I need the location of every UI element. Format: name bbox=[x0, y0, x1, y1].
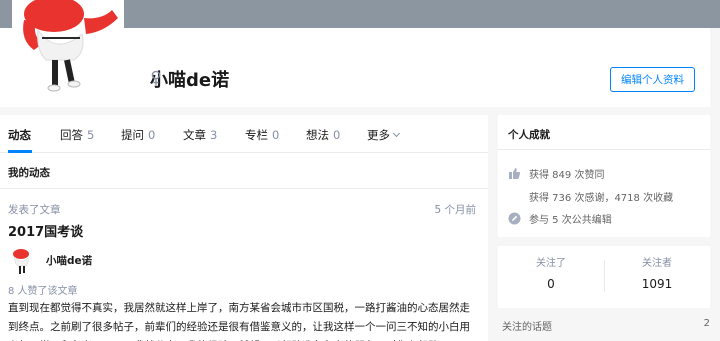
followed-topics[interactable]: 关注的话题 2 bbox=[498, 318, 710, 333]
feed-time: 5 个月前 bbox=[434, 204, 476, 216]
profile-header: 小喵de诺 编辑个人资料 bbox=[0, 0, 710, 107]
thumbs-up-icon bbox=[509, 168, 521, 179]
tab-label: 提问 bbox=[121, 128, 144, 142]
tab-more[interactable]: 更多 bbox=[367, 127, 401, 143]
female-icon bbox=[151, 70, 161, 85]
edit-profile-button[interactable]: 编辑个人资料 bbox=[610, 67, 695, 92]
thanks-text: 获得 736 次感谢，4718 次收藏 bbox=[529, 193, 674, 204]
divider bbox=[498, 149, 710, 150]
article-title[interactable]: 2017国考谈 bbox=[8, 221, 83, 240]
tab-label: 专栏 bbox=[245, 128, 268, 142]
likes-text: 获得 849 次赞同 bbox=[529, 170, 605, 181]
tab-count: 3 bbox=[210, 128, 218, 142]
followers-count: 1091 bbox=[641, 277, 673, 291]
followers-stat[interactable]: 关注者 1091 bbox=[604, 254, 710, 291]
achievement-edits: 参与 5 次公共编辑 bbox=[508, 211, 612, 226]
tab-label: 想法 bbox=[306, 128, 329, 142]
edits-text: 参与 5 次公共编辑 bbox=[529, 215, 612, 226]
tab-articles[interactable]: 文章 3 bbox=[183, 127, 217, 143]
chevron-down-icon bbox=[392, 129, 401, 138]
avatar[interactable] bbox=[12, 0, 124, 96]
author-name[interactable]: 小喵de诺 bbox=[46, 253, 92, 268]
achievement-thanks: 获得 736 次感谢，4718 次收藏 bbox=[529, 189, 673, 204]
tab-count: 5 bbox=[87, 128, 95, 142]
tab-count: 0 bbox=[333, 128, 341, 142]
followers-label: 关注者 bbox=[642, 258, 672, 269]
tab-count: 0 bbox=[272, 128, 280, 142]
tab-pins[interactable]: 想法 0 bbox=[306, 127, 340, 143]
topics-count: 2 bbox=[703, 318, 710, 329]
active-tab-indicator bbox=[8, 150, 32, 153]
tab-label: 文章 bbox=[183, 128, 206, 142]
tab-label: 动态 bbox=[8, 128, 31, 142]
like-count: 8 人赞了该文章 bbox=[8, 286, 78, 297]
following-count: 0 bbox=[547, 277, 555, 291]
article-excerpt[interactable]: 直到现在都觉得不真实，我居然就这样上岸了，南方某省会城市市区国税，一路打酱油的心… bbox=[8, 299, 478, 341]
following-label: 关注了 bbox=[536, 258, 566, 269]
achievement-likes: 获得 849 次赞同 bbox=[508, 166, 604, 181]
tab-answers[interactable]: 回答 5 bbox=[60, 127, 94, 143]
edit-icon bbox=[508, 212, 521, 225]
feed-action: 发表了文章 bbox=[8, 204, 61, 216]
tab-questions[interactable]: 提问 0 bbox=[121, 127, 155, 143]
tab-label: 回答 bbox=[60, 128, 83, 142]
follow-stats-card: 关注了 0 关注者 1091 bbox=[498, 246, 710, 308]
achievements-title: 个人成就 bbox=[508, 129, 550, 141]
achievements-card: 个人成就 获得 849 次赞同 获得 736 次感谢，4718 次收藏 参与 5… bbox=[498, 115, 710, 237]
author-avatar[interactable] bbox=[8, 248, 36, 276]
divider bbox=[0, 188, 488, 189]
tab-count: 0 bbox=[148, 128, 156, 142]
feed-heading: 我的动态 bbox=[8, 167, 50, 179]
profile-tabs: 动态 回答 5 提问 0 文章 3 专栏 0 想法 0 更多 bbox=[0, 115, 488, 153]
tab-activity[interactable]: 动态 bbox=[8, 127, 31, 143]
topics-label: 关注的话题 bbox=[502, 322, 552, 333]
activity-card: 动态 回答 5 提问 0 文章 3 专栏 0 想法 0 更多 我的动态 发表了文章 5 个… bbox=[0, 115, 488, 341]
tab-label: 更多 bbox=[367, 128, 390, 142]
following-stat[interactable]: 关注了 0 bbox=[498, 254, 604, 291]
tab-columns[interactable]: 专栏 0 bbox=[245, 127, 279, 143]
